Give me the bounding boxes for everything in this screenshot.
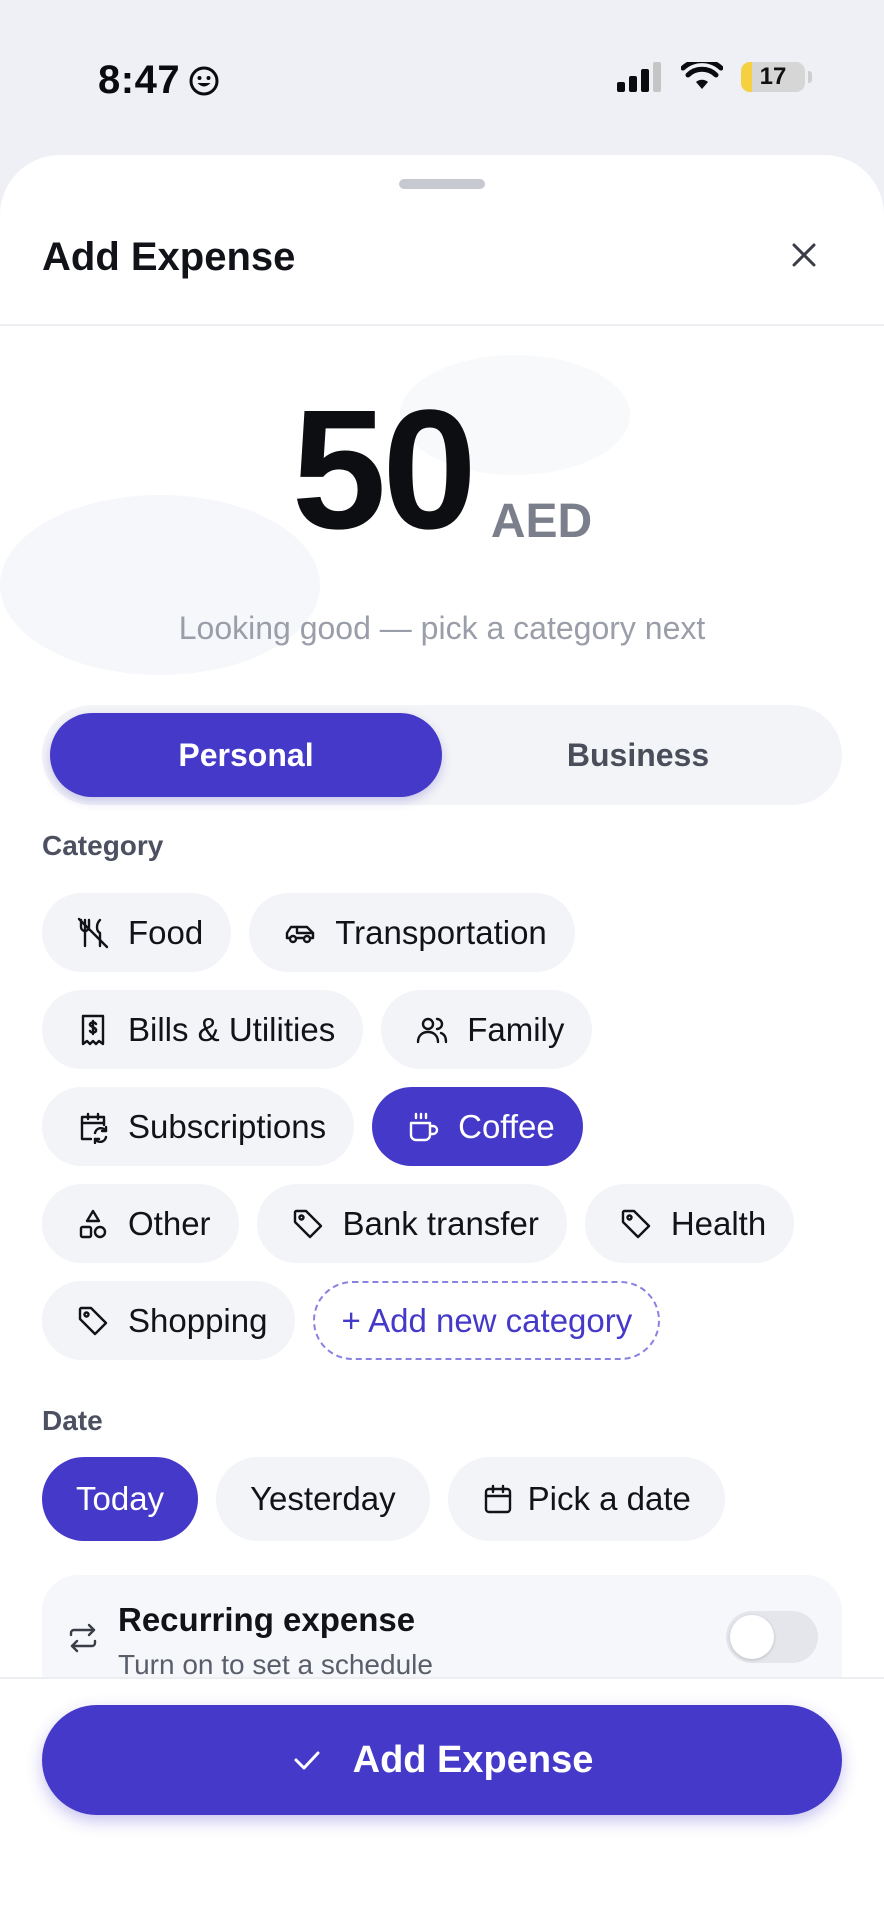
add-new-category-button[interactable]: + Add new category bbox=[313, 1281, 661, 1360]
expense-type-toggle: Personal Business bbox=[42, 705, 842, 805]
category-chip-food[interactable]: Food bbox=[42, 893, 232, 972]
tag-icon bbox=[621, 1209, 651, 1238]
tag-icon bbox=[78, 1306, 108, 1335]
receipt-icon bbox=[81, 1014, 105, 1045]
category-chip-transportation[interactable]: Transportation bbox=[249, 893, 575, 972]
category-chip-label: Food bbox=[128, 913, 204, 951]
category-chip-label: Health bbox=[670, 1204, 767, 1242]
segment-personal[interactable]: Personal bbox=[50, 713, 442, 797]
category-chip-coffee[interactable]: Coffee bbox=[372, 1087, 583, 1166]
close-icon bbox=[792, 243, 816, 267]
status-bar: 8:47 17 bbox=[0, 0, 884, 150]
currency-label: AED bbox=[490, 495, 593, 548]
recurring-toggle[interactable] bbox=[726, 1611, 818, 1663]
category-chip-subscriptions[interactable]: Subscriptions bbox=[42, 1087, 355, 1166]
category-chip-label: Transportation bbox=[335, 913, 547, 951]
battery-percent: 17 bbox=[759, 63, 787, 90]
date-option-yesterday[interactable]: Yesterday bbox=[216, 1457, 430, 1541]
toggle-knob bbox=[730, 1615, 774, 1659]
recurring-title: Recurring expense bbox=[118, 1601, 416, 1638]
category-chip-family[interactable]: Family bbox=[381, 990, 593, 1069]
shapes-icon bbox=[79, 1209, 107, 1238]
category-chip-label: Subscriptions bbox=[128, 1107, 327, 1145]
category-chip-bank-transfer[interactable]: Bank transfer bbox=[256, 1184, 567, 1263]
battery-fill bbox=[741, 62, 752, 92]
category-chip-label: Bank transfer bbox=[342, 1204, 539, 1242]
category-chip-label: Bills & Utilities bbox=[128, 1010, 336, 1048]
coffee-icon bbox=[409, 1112, 439, 1141]
category-chip-label: Family bbox=[467, 1010, 565, 1048]
date-option-today[interactable]: Today bbox=[42, 1457, 199, 1541]
battery-cap bbox=[808, 71, 812, 83]
amount-hint: Looking good — pick a category next bbox=[178, 610, 706, 646]
sheet-grabber[interactable] bbox=[399, 179, 485, 189]
category-chips: Food Transportation Bills & Utilities Fa… bbox=[42, 893, 862, 1378]
status-icons: 17 bbox=[617, 62, 812, 92]
users-icon bbox=[417, 1017, 448, 1043]
smiley-icon bbox=[189, 66, 219, 95]
category-chip-shopping[interactable]: Shopping bbox=[42, 1281, 296, 1360]
car-icon bbox=[286, 925, 315, 943]
category-chip-label: Shopping bbox=[128, 1301, 268, 1339]
add-expense-button-label: Add Expense bbox=[352, 1738, 594, 1781]
battery-indicator: 17 bbox=[741, 62, 805, 92]
category-chip-label: Other bbox=[128, 1204, 211, 1242]
date-label: Date bbox=[42, 1405, 103, 1436]
add-expense-button[interactable]: Add Expense bbox=[42, 1705, 842, 1815]
category-chip-label: Coffee bbox=[458, 1107, 555, 1145]
date-option-label: Pick a date bbox=[527, 1480, 691, 1517]
status-time-text: 8:47 bbox=[98, 58, 181, 102]
header-divider bbox=[0, 324, 884, 326]
amount-value: 50 bbox=[291, 375, 477, 565]
date-options: Today Yesterday Pick a date bbox=[42, 1457, 725, 1541]
sheet-title: Add Expense bbox=[42, 235, 296, 279]
calendar-icon bbox=[484, 1484, 511, 1514]
tag-icon bbox=[293, 1209, 322, 1238]
category-chip-bills-utilities[interactable]: Bills & Utilities bbox=[42, 990, 364, 1069]
status-time: 8:47 bbox=[98, 58, 220, 103]
signal-icon bbox=[617, 62, 661, 92]
segment-business[interactable]: Business bbox=[442, 713, 834, 797]
date-option-pick-a-date[interactable]: Pick a date bbox=[447, 1457, 725, 1541]
repeat-icon bbox=[69, 1623, 97, 1653]
sheet-header: Add Expense bbox=[0, 225, 884, 325]
add-expense-sheet: Add Expense 50 AED Looking good — pick a… bbox=[0, 155, 884, 1920]
sheet-footer: Add Expense bbox=[0, 1677, 884, 1920]
check-icon bbox=[294, 1751, 320, 1770]
fork-knife-off-icon bbox=[77, 917, 109, 948]
category-chip-other[interactable]: Other bbox=[42, 1184, 239, 1263]
amount-display[interactable]: 50 AED bbox=[0, 385, 884, 555]
close-button[interactable] bbox=[774, 225, 834, 285]
category-label: Category bbox=[42, 830, 164, 861]
wifi-icon bbox=[681, 62, 723, 89]
calendar-repeat-icon bbox=[80, 1112, 108, 1144]
category-chip-health[interactable]: Health bbox=[584, 1184, 795, 1263]
